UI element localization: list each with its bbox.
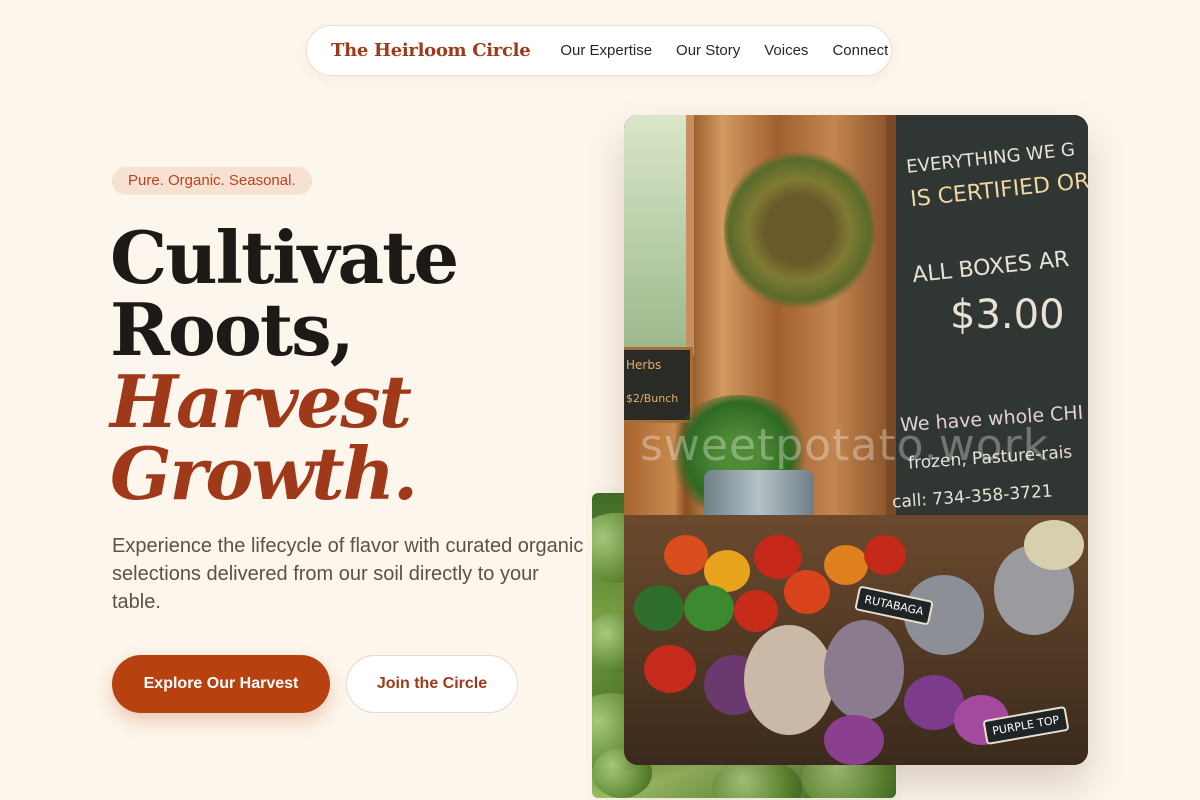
brand-logo[interactable]: The Heirloom Circle — [331, 40, 531, 61]
window-image — [624, 115, 694, 355]
join-circle-button[interactable]: Join the Circle — [346, 655, 518, 713]
headline-line-2: Roots, — [110, 287, 355, 372]
watermark-text: sweetpotato.work — [640, 420, 1050, 471]
mini-board-line-2: $2/Bunch — [626, 392, 679, 405]
headline-accent-line-2: Growth. — [110, 431, 418, 516]
board-price: $3.00 — [950, 292, 1065, 338]
nav-link-connect[interactable]: Connect — [832, 42, 888, 59]
nav-link-expertise[interactable]: Our Expertise — [560, 42, 652, 59]
hero-badge: Pure. Organic. Seasonal. — [112, 167, 312, 195]
wreath-image — [724, 145, 874, 315]
hero-headline: Cultivate Roots, Harvest Growth. — [110, 215, 459, 516]
top-nav: The Heirloom Circle Our Expertise Our St… — [306, 25, 892, 76]
nav-link-voices[interactable]: Voices — [764, 42, 808, 59]
mini-board-line-1: Herbs — [626, 358, 662, 372]
headline-line-1: Cultivate — [110, 215, 459, 300]
nav-link-story[interactable]: Our Story — [676, 42, 740, 59]
hero-description: Experience the lifecycle of flavor with … — [112, 535, 584, 613]
explore-harvest-button[interactable]: Explore Our Harvest — [112, 655, 330, 713]
headline-accent-line-1: Harvest — [110, 359, 412, 444]
